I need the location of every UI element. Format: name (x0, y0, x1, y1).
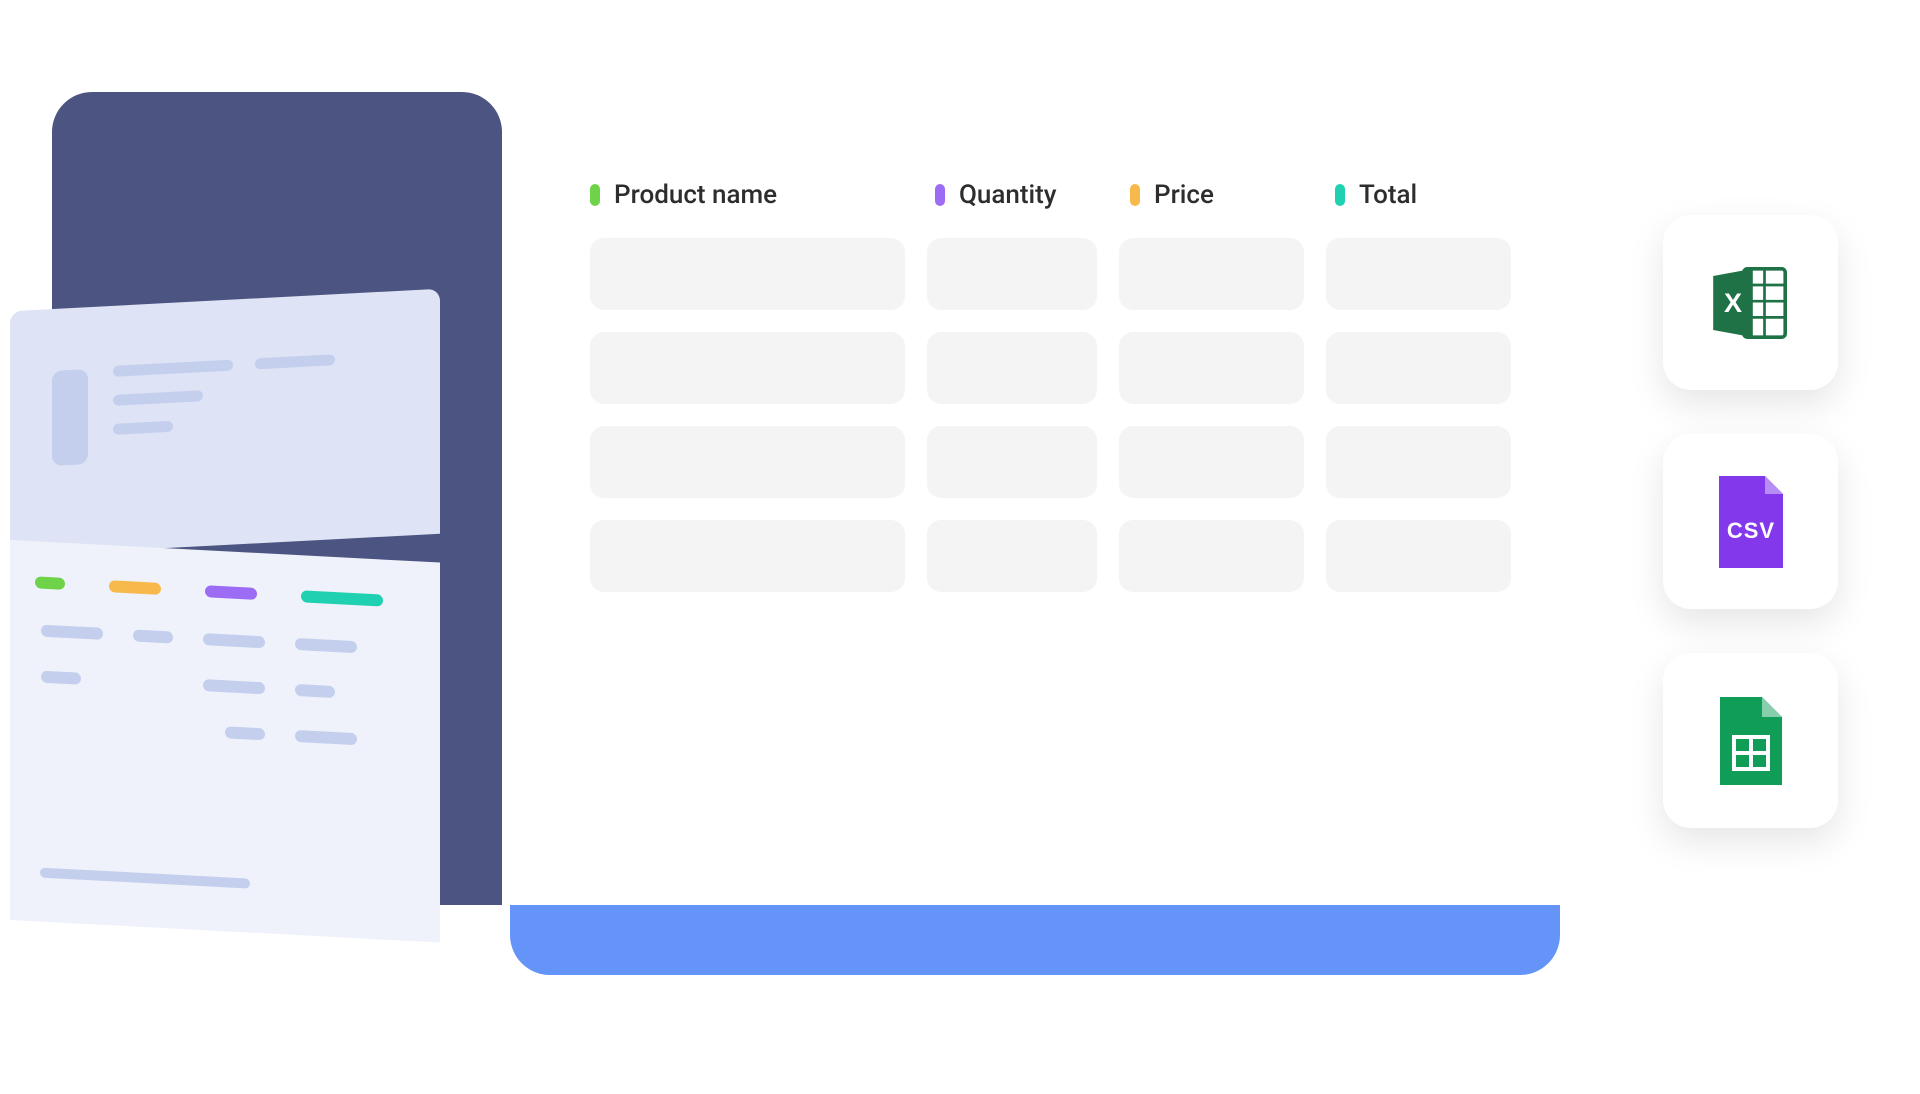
google-sheets-icon (1714, 693, 1788, 789)
export-csv-button[interactable]: CSV (1663, 434, 1838, 609)
table-row (590, 332, 1550, 404)
table-cell (590, 426, 905, 498)
document-flap-bottom (10, 540, 440, 943)
table-row (590, 426, 1550, 498)
excel-icon: X (1706, 258, 1796, 348)
column-color-dot (1130, 184, 1140, 206)
col-label: Product name (614, 180, 777, 210)
csv-file-icon: CSV (1711, 472, 1791, 572)
col-header-product-name: Product name (590, 180, 935, 210)
export-options: X CSV (1663, 215, 1838, 828)
table-cell (1326, 426, 1511, 498)
col-header-price: Price (1130, 180, 1335, 210)
mini-col-teal (301, 590, 383, 606)
table-cell (927, 332, 1097, 404)
table-cell (1119, 332, 1304, 404)
column-color-dot (590, 184, 600, 206)
mini-col-green (35, 576, 65, 590)
table-row (590, 238, 1550, 310)
col-label: Total (1359, 180, 1417, 210)
table-cell (1119, 426, 1304, 498)
table-cell (1326, 238, 1511, 310)
mini-col-purple (205, 585, 257, 600)
mini-col-yellow (109, 580, 161, 595)
table-cell (590, 520, 905, 592)
document-footer-line (40, 868, 250, 889)
table-cell (1326, 520, 1511, 592)
document-thumb (52, 369, 88, 466)
table-cell (590, 238, 905, 310)
export-excel-button[interactable]: X (1663, 215, 1838, 390)
col-header-quantity: Quantity (935, 180, 1130, 210)
table-cell (927, 520, 1097, 592)
base-bar (510, 905, 1560, 975)
col-header-total: Total (1335, 180, 1540, 210)
col-label: Price (1154, 180, 1214, 210)
col-label: Quantity (959, 180, 1057, 210)
svg-text:CSV: CSV (1726, 518, 1774, 543)
table-cell (927, 238, 1097, 310)
table-row (590, 520, 1550, 592)
table-cell (590, 332, 905, 404)
table-cell (1326, 332, 1511, 404)
table-cell (1119, 238, 1304, 310)
svg-text:X: X (1723, 288, 1741, 318)
export-sheets-button[interactable] (1663, 653, 1838, 828)
table-cell (927, 426, 1097, 498)
column-color-dot (935, 184, 945, 206)
table-header-row: Product name Quantity Price Total (590, 180, 1550, 210)
column-color-dot (1335, 184, 1345, 206)
data-table: Product name Quantity Price Total (590, 180, 1550, 614)
table-cell (1119, 520, 1304, 592)
